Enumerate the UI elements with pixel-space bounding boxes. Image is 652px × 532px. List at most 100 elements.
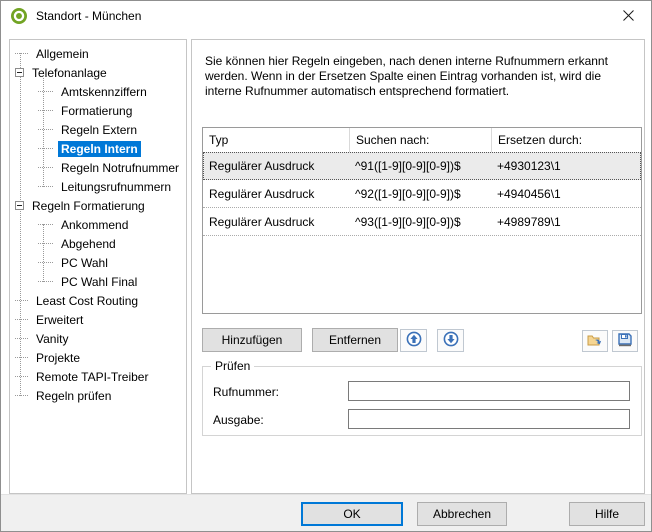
sidebar-item-remote-tapi-treiber[interactable]: Remote TAPI-Treiber [10,367,186,386]
tree-connector [38,243,53,244]
sidebar-item-label: Amtskennziffern [58,84,150,100]
sidebar-item-leitungsrufnummern[interactable]: Leitungsrufnummern [10,177,186,196]
help-button[interactable]: Hilfe [569,502,645,526]
table-cell: Regulärer Ausdruck [203,215,349,229]
move-up-button[interactable] [400,329,427,352]
tree-connector [15,300,28,301]
sidebar-item-projekte[interactable]: Projekte [10,348,186,367]
sidebar-item-label: Vanity [33,331,71,347]
folder-import-icon [587,332,603,351]
sidebar-item-label: PC Wahl Final [58,274,140,290]
tree-connector [38,167,53,168]
sidebar-item-abgehend[interactable]: Abgehend [10,234,186,253]
sidebar-item-label: Regeln prüfen [33,388,114,404]
sidebar-item-regeln-intern[interactable]: Regeln Intern [10,139,186,158]
sidebar-item-label: Abgehend [58,236,119,252]
move-down-button[interactable] [437,329,464,352]
sidebar-item-label: Remote TAPI-Treiber [33,369,151,385]
description-text: Sie können hier Regeln eingeben, nach de… [205,54,633,99]
sidebar-item-regeln-extern[interactable]: Regeln Extern [10,120,186,139]
sidebar-item-label: Formatierung [58,103,135,119]
tree-connector [15,53,28,54]
sidebar-item-telefonanlage[interactable]: Telefonanlage [10,63,186,82]
close-button[interactable] [606,1,651,31]
sidebar-item-label: Regeln Notrufnummer [58,160,182,176]
tree-connector [15,338,28,339]
ok-button[interactable]: OK [301,502,403,526]
add-button[interactable]: Hinzufügen [202,328,302,352]
table-cell: +4940456\1 [491,187,641,201]
sidebar-item-ankommend[interactable]: Ankommend [10,215,186,234]
ausgabe-input[interactable] [348,409,630,429]
table-row[interactable]: Regulärer Ausdruck^91([1-9][0-9][0-9])$+… [203,152,641,180]
table-header-cell[interactable]: Suchen nach: [349,128,491,152]
tree-connector [38,262,53,263]
sidebar-item-regeln-formatierung[interactable]: Regeln Formatierung [10,196,186,215]
sidebar-item-label: Telefonanlage [29,65,110,81]
tree-connector [38,148,53,149]
rules-table: Typ Suchen nach: Ersetzen durch: Regulär… [202,127,642,314]
sidebar-item-label: Erweitert [33,312,86,328]
sidebar-item-label: Least Cost Routing [33,293,141,309]
sidebar-item-label: Ankommend [58,217,131,233]
table-header-cell[interactable]: Ersetzen durch: [491,128,641,152]
tree-connector [38,186,53,187]
content-panel: Sie können hier Regeln eingeben, nach de… [191,39,645,494]
arrow-up-circle-icon [406,331,422,350]
tree-connector [38,224,53,225]
sidebar-item-label: Regeln Extern [58,122,140,138]
tree-connector [38,91,53,92]
footer-bar: OK Abbrechen Hilfe [1,494,651,531]
sidebar-item-allgemein[interactable]: Allgemein [10,44,186,63]
table-cell: Regulärer Ausdruck [203,159,349,173]
tree-connector [15,319,28,320]
sidebar-item-label: Leitungsrufnummern [58,179,174,195]
app-icon [11,8,27,24]
ausgabe-label: Ausgabe: [213,413,264,427]
sidebar-item-least-cost-routing[interactable]: Least Cost Routing [10,291,186,310]
arrow-down-circle-icon [443,331,459,350]
tree-connector [38,281,53,282]
sidebar-item-regeln-notrufnummer[interactable]: Regeln Notrufnummer [10,158,186,177]
sidebar-tree: Allgemein Telefonanlage Amtskennziffern For… [9,39,187,494]
table-cell: Regulärer Ausdruck [203,187,349,201]
tree-connector [38,129,53,130]
cancel-button[interactable]: Abbrechen [417,502,507,526]
sidebar-item-label: Projekte [33,350,83,366]
table-cell: ^92([1-9][0-9][0-9])$ [349,187,491,201]
tree-collapse-icon[interactable] [15,68,24,77]
rufnummer-input[interactable] [348,381,630,401]
check-group-title: Prüfen [211,359,254,373]
sidebar-item-regeln-pr-fen[interactable]: Regeln prüfen [10,386,186,405]
table-header-cell[interactable]: Typ [203,128,349,152]
tree-connector [15,357,28,358]
table-row[interactable]: Regulärer Ausdruck^92([1-9][0-9][0-9])$+… [203,180,641,208]
remove-button[interactable]: Entfernen [312,328,398,352]
save-button[interactable] [612,330,638,352]
sidebar-item-erweitert[interactable]: Erweitert [10,310,186,329]
sidebar-item-pc-wahl-final[interactable]: PC Wahl Final [10,272,186,291]
close-icon [623,9,634,24]
sidebar-item-pc-wahl[interactable]: PC Wahl [10,253,186,272]
table-cell: +4989789\1 [491,215,641,229]
rules-table-body: Regulärer Ausdruck^91([1-9][0-9][0-9])$+… [203,152,641,236]
sidebar-item-amtskennziffern[interactable]: Amtskennziffern [10,82,186,101]
sidebar-item-label: PC Wahl [58,255,111,271]
tree-connector [15,395,28,396]
save-icon [617,332,633,351]
sidebar-item-label: Regeln Intern [58,141,141,157]
titlebar[interactable]: Standort - München [1,1,651,31]
sidebar-item-label: Regeln Formatierung [29,198,148,214]
sidebar-item-vanity[interactable]: Vanity [10,329,186,348]
table-cell: +4930123\1 [491,159,641,173]
import-button[interactable] [582,330,608,352]
table-cell: ^91([1-9][0-9][0-9])$ [349,159,491,173]
rufnummer-label: Rufnummer: [213,385,279,399]
dialog-window: Standort - München Allgemein Telefonanlag… [0,0,652,532]
sidebar-item-formatierung[interactable]: Formatierung [10,101,186,120]
table-row[interactable]: Regulärer Ausdruck^93([1-9][0-9][0-9])$+… [203,208,641,236]
table-cell: ^93([1-9][0-9][0-9])$ [349,215,491,229]
tree-collapse-icon[interactable] [15,201,24,210]
sidebar-item-label: Allgemein [33,46,92,62]
tree-connector [15,376,28,377]
